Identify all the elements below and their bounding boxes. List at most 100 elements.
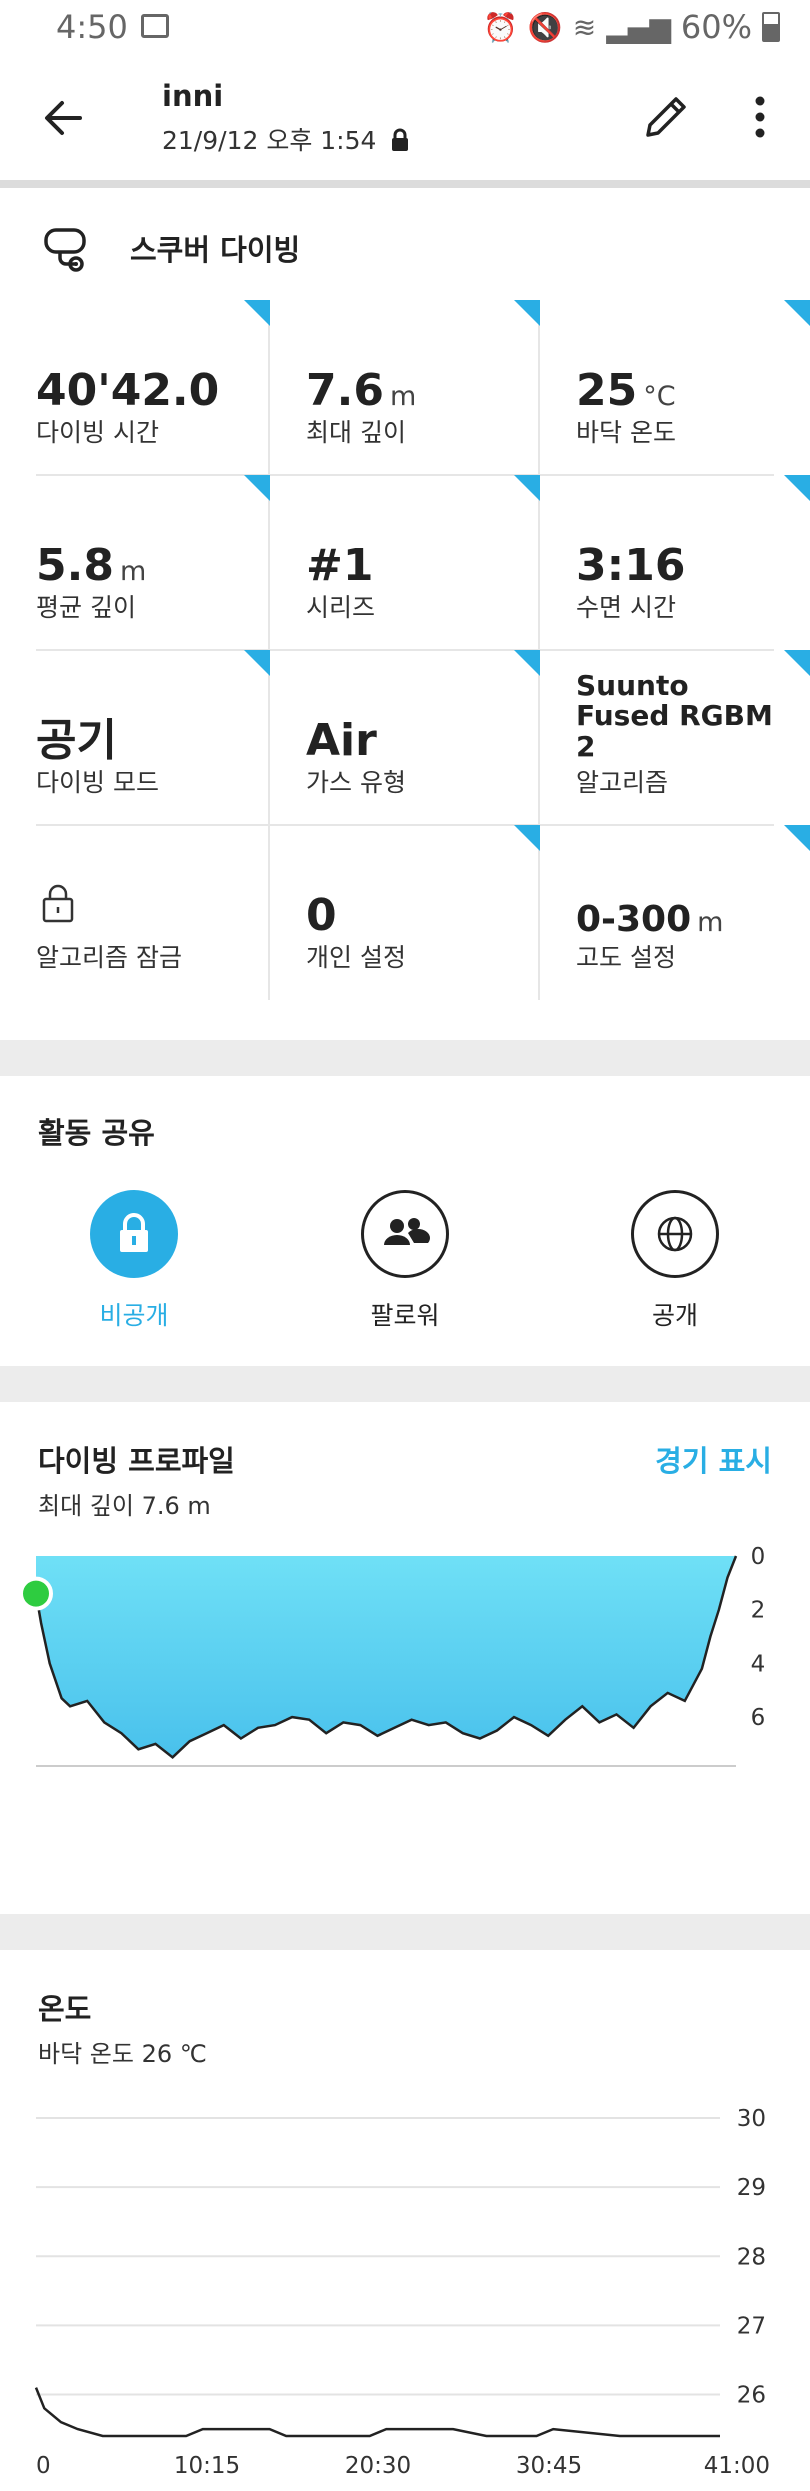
header-divider [0,180,810,188]
stat-max-depth[interactable]: 7.6 m 최대 깊이 [270,300,540,475]
stat-unit: m [389,381,417,412]
padlock-icon [42,884,74,923]
stat-dive-time[interactable]: 40'42.0 다이빙 시간 [0,300,270,475]
y-tick-label: 30 [737,2106,766,2132]
stat-edit-corner[interactable] [244,650,270,676]
start-marker [19,1576,53,1611]
stat-label: 바닥 온도 [576,418,676,447]
share-followers-label[interactable]: 팔로워 [305,1296,505,1332]
y-tick-label: 26 [737,2383,766,2409]
share-public-button[interactable] [631,1190,719,1278]
followers-icon [384,1218,431,1245]
lock-icon [120,1213,148,1252]
stat-value: #1 [306,540,374,591]
stat-label: 개인 설정 [306,943,406,972]
stat-value: 5.8 [36,540,114,591]
stat-value: 0-300 [576,899,692,940]
dive-profile-subtitle: 최대 깊이 7.6 m [38,1492,211,1520]
scuba-mask-icon [44,228,86,272]
y-tick-label: 0 [751,1544,766,1570]
stat-algorithm[interactable]: Suunto Fused RGBM 2 알고리즘 [540,650,810,825]
temperature-card: 온도 바닥 온도 26 ℃ 30 29 28 27 26 0 10:15 20:30 30:45… [0,1950,810,2491]
stat-bottom-temp[interactable]: 25 °C 바닥 온도 [540,300,810,475]
status-time: 4:50 [56,8,128,46]
share-public-label[interactable]: 공개 [575,1296,775,1332]
stat-edit-corner[interactable] [244,300,270,326]
battery-percent: 60% [680,8,752,46]
temperature-subtitle: 바닥 온도 26 ℃ [38,2040,207,2068]
stat-series[interactable]: #1 시리즈 [270,475,540,650]
mute-icon: 🔇 [527,10,563,44]
status-icons: ⏰ 🔇 ≋ ▂▄▆ 60% [483,8,780,46]
stat-edit-corner[interactable] [784,650,810,676]
stat-value: 3:16 [576,540,686,591]
stat-edit-corner[interactable] [784,475,810,501]
alarm-icon: ⏰ [483,10,518,44]
stat-edit-corner[interactable] [784,825,810,851]
wifi-icon: ≋ [572,10,597,44]
back-arrow-icon[interactable] [38,93,88,143]
summary-card: 스쿠버 다이빙 40'42.0 다이빙 시간 7.6 m 최대 깊이 25 °C 바… [0,188,810,1040]
activity-type-row: 스쿠버 다이빙 [38,218,300,278]
x-tick-label: 0 [36,2453,51,2479]
y-tick-label: 2 [751,1598,766,1624]
stat-personal-setting[interactable]: 0 개인 설정 [270,825,540,1000]
stat-surface-time[interactable]: 3:16 수면 시간 [540,475,810,650]
stat-value: Air [306,715,377,766]
stat-label: 가스 유형 [306,768,406,797]
stat-label: 수면 시간 [576,593,676,622]
dive-profile-card: 다이빙 프로파일 경기 표시 최대 깊이 7.6 m 0246010:1520:… [0,1402,810,1914]
stat-edit-corner[interactable] [244,475,270,501]
sharing-title: 활동 공유 [38,1116,155,1150]
stat-edit-corner[interactable] [514,300,540,326]
more-options-icon[interactable] [740,89,780,145]
share-followers-button[interactable] [361,1190,449,1278]
x-tick-label: 41:00 [704,2453,770,2479]
dive-profile-chart[interactable]: 0246010:1520:3030:4541:00 [0,1530,810,1780]
activity-datetime: 21/9/12 오후 1:54 [162,126,377,155]
stat-label: 평균 깊이 [36,593,136,622]
sharing-card: 활동 공유 비공개 팔로워 공개 [0,1076,810,1366]
stat-value: 7.6 [306,365,384,416]
share-private-button[interactable] [90,1190,178,1278]
stat-value: 40'42.0 [36,365,220,416]
stat-label: 최대 깊이 [306,418,406,447]
stat-edit-corner[interactable] [514,825,540,851]
x-tick-label: 10:15 [174,2453,240,2479]
temperature-chart[interactable]: 30 29 28 27 26 0 10:15 20:30 30:45 41:00 [0,2098,810,2491]
stat-value: Suunto Fused RGBM 2 [576,668,773,764]
gallery-icon [141,14,169,38]
y-tick-label: 4 [751,1651,766,1677]
stat-unit: °C [643,381,676,412]
activity-date: 21/9/12 오후 1:54 [162,121,410,157]
y-tick-label: 6 [751,1705,766,1731]
stat-label: 알고리즘 잠금 [36,943,182,972]
stat-edit-corner[interactable] [784,300,810,326]
battery-icon [762,12,780,42]
stat-edit-corner[interactable] [514,475,540,501]
app-bar: inni 21/9/12 오후 1:54 [0,55,810,180]
stat-dive-mode[interactable]: 공기 다이빙 모드 [0,650,270,825]
stat-label: 다이빙 시간 [36,418,159,447]
show-race-link[interactable]: 경기 표시 [655,1438,772,1480]
x-tick-label: 30:45 [516,2453,582,2479]
edit-pencil-icon[interactable] [638,89,694,145]
stat-algorithm-lock[interactable]: 알고리즘 잠금 [0,825,270,1000]
stat-label: 시리즈 [306,593,376,622]
activity-title: inni [162,79,224,113]
stat-gas-type[interactable]: Air 가스 유형 [270,650,540,825]
x-tick-label: 20:30 [345,2453,411,2479]
share-private-label[interactable]: 비공개 [34,1296,234,1332]
y-tick-label: 28 [737,2244,766,2270]
stat-value: 25 [576,365,638,416]
stat-edit-corner[interactable] [514,650,540,676]
stat-avg-depth[interactable]: 5.8 m 평균 깊이 [0,475,270,650]
dive-profile-title: 다이빙 프로파일 [38,1444,235,1478]
signal-icon: ▂▄▆ [606,10,671,44]
stat-label: 알고리즘 [576,768,669,797]
stat-altitude-setting[interactable]: 0-300 m 고도 설정 [540,825,810,1000]
y-tick-label: 29 [737,2175,766,2201]
temperature-title: 온도 [38,1992,92,2026]
stat-label: 다이빙 모드 [36,768,159,797]
status-bar: 4:50 ⏰ 🔇 ≋ ▂▄▆ 60% [0,0,810,55]
